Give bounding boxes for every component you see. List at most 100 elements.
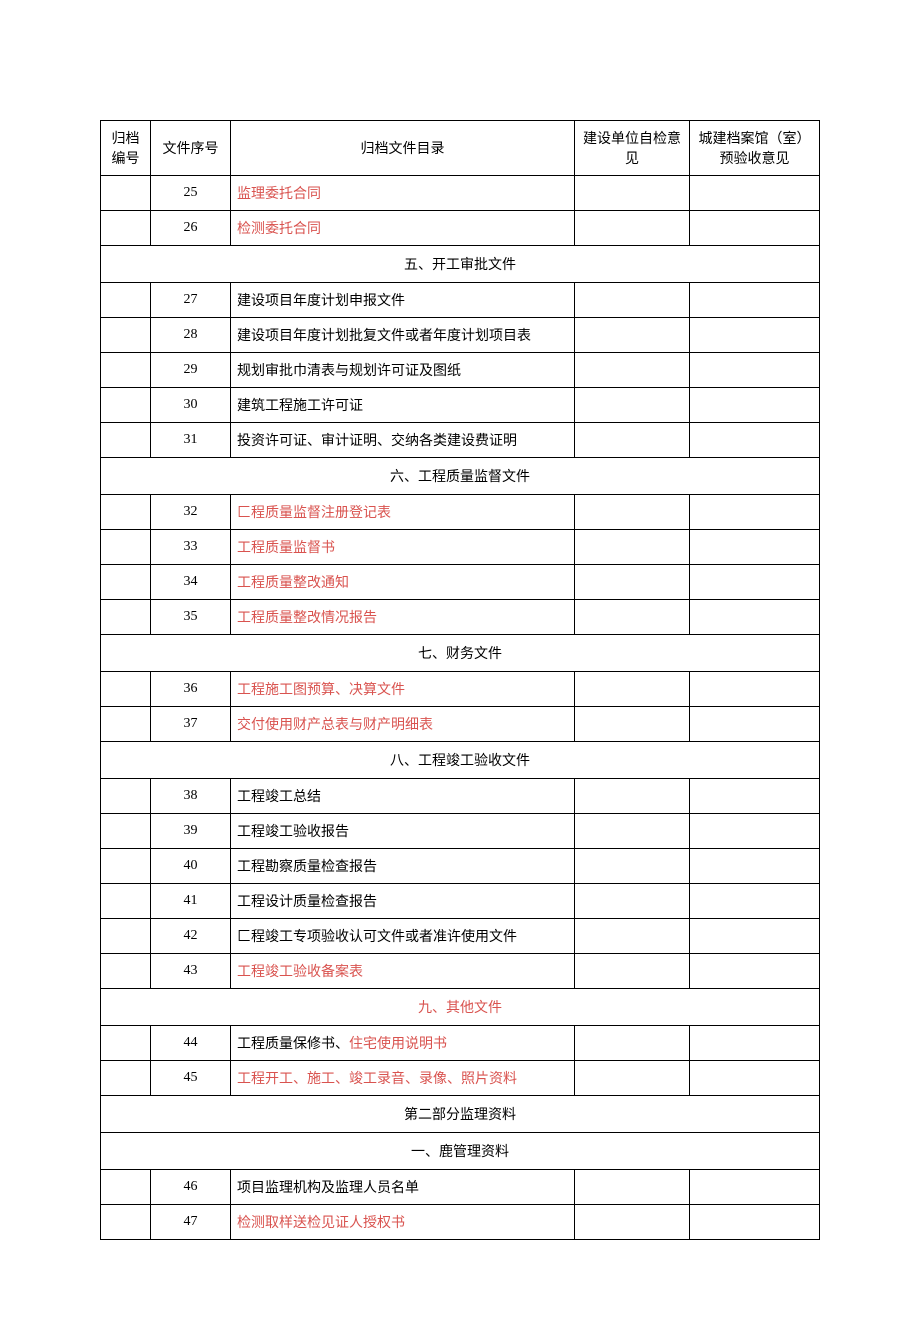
cell-seq: 47 xyxy=(151,1205,231,1240)
cell-archive-id xyxy=(101,849,151,884)
table-body: 25监理委托合同26检测委托合同五、开工审批文件27建设项目年度计划申报文件28… xyxy=(101,176,820,1240)
table-row: 41工程设计质量检查报告 xyxy=(101,884,820,919)
col-header-name: 归档文件目录 xyxy=(231,121,575,176)
cell-archive-id xyxy=(101,954,151,989)
cell-accept xyxy=(690,849,820,884)
cell-filename: 工程设计质量检查报告 xyxy=(231,884,575,919)
cell-seq: 32 xyxy=(151,495,231,530)
cell-accept xyxy=(690,176,820,211)
cell-archive-id xyxy=(101,530,151,565)
cell-seq: 31 xyxy=(151,423,231,458)
cell-accept xyxy=(690,530,820,565)
cell-seq: 41 xyxy=(151,884,231,919)
col-header-seq: 文件序号 xyxy=(151,121,231,176)
cell-filename: 建筑工程施工许可证 xyxy=(231,388,575,423)
cell-inspect xyxy=(575,814,690,849)
cell-inspect xyxy=(575,283,690,318)
cell-filename: 工程竣工验收报告 xyxy=(231,814,575,849)
cell-inspect xyxy=(575,353,690,388)
table-row: 43工程竣工验收备案表 xyxy=(101,954,820,989)
cell-accept xyxy=(690,1170,820,1205)
cell-accept xyxy=(690,423,820,458)
cell-archive-id xyxy=(101,176,151,211)
cell-filename: 工程质量保修书、住宅使用说明书 xyxy=(231,1026,575,1061)
cell-accept xyxy=(690,954,820,989)
section-row: 九、其他文件 xyxy=(101,989,820,1026)
table-row: 30建筑工程施工许可证 xyxy=(101,388,820,423)
cell-inspect xyxy=(575,672,690,707)
section-title: 九、其他文件 xyxy=(101,989,820,1026)
table-row: 29规划审批巾清表与规划许可证及图纸 xyxy=(101,353,820,388)
cell-inspect xyxy=(575,211,690,246)
cell-seq: 43 xyxy=(151,954,231,989)
section-row: 第二部分监理资料 xyxy=(101,1096,820,1133)
table-row: 35工程质量整改情况报告 xyxy=(101,600,820,635)
cell-filename: 投资许可证、审计证明、交纳各类建设费证明 xyxy=(231,423,575,458)
table-row: 36工程施工图预算、决算文件 xyxy=(101,672,820,707)
cell-accept xyxy=(690,1061,820,1096)
cell-archive-id xyxy=(101,388,151,423)
cell-inspect xyxy=(575,849,690,884)
section-row: 八、工程竣工验收文件 xyxy=(101,742,820,779)
cell-archive-id xyxy=(101,600,151,635)
cell-filename: 工程施工图预算、决算文件 xyxy=(231,672,575,707)
cell-accept xyxy=(690,1205,820,1240)
cell-accept xyxy=(690,211,820,246)
section-title: 六、工程质量监督文件 xyxy=(101,458,820,495)
cell-seq: 35 xyxy=(151,600,231,635)
table-row: 28建设项目年度计划批复文件或者年度计划项目表 xyxy=(101,318,820,353)
cell-filename: 建设项目年度计划申报文件 xyxy=(231,283,575,318)
cell-seq: 29 xyxy=(151,353,231,388)
section-title: 五、开工审批文件 xyxy=(101,246,820,283)
text-fragment: 工程质量保修书、 xyxy=(237,1037,349,1052)
cell-inspect xyxy=(575,919,690,954)
table-row: 45工程开工、施工、竣工录音、录像、照片资料 xyxy=(101,1061,820,1096)
cell-accept xyxy=(690,283,820,318)
cell-seq: 33 xyxy=(151,530,231,565)
cell-seq: 30 xyxy=(151,388,231,423)
cell-seq: 34 xyxy=(151,565,231,600)
cell-inspect xyxy=(575,495,690,530)
section-row: 七、财务文件 xyxy=(101,635,820,672)
cell-inspect xyxy=(575,1205,690,1240)
cell-accept xyxy=(690,353,820,388)
section-row: 一、鹿管理资料 xyxy=(101,1133,820,1170)
cell-accept xyxy=(690,600,820,635)
cell-filename: 监理委托合同 xyxy=(231,176,575,211)
cell-archive-id xyxy=(101,423,151,458)
cell-inspect xyxy=(575,1170,690,1205)
section-title: 七、财务文件 xyxy=(101,635,820,672)
cell-archive-id xyxy=(101,884,151,919)
table-row: 38工程竣工总结 xyxy=(101,779,820,814)
table-row: 46项目监理机构及监理人员名单 xyxy=(101,1170,820,1205)
table-row: 44工程质量保修书、住宅使用说明书 xyxy=(101,1026,820,1061)
cell-inspect xyxy=(575,318,690,353)
cell-archive-id xyxy=(101,211,151,246)
cell-archive-id xyxy=(101,672,151,707)
section-row: 五、开工审批文件 xyxy=(101,246,820,283)
cell-archive-id xyxy=(101,1170,151,1205)
cell-filename: 工程质量整改情况报告 xyxy=(231,600,575,635)
section-row: 六、工程质量监督文件 xyxy=(101,458,820,495)
cell-seq: 28 xyxy=(151,318,231,353)
table-row: 40工程勘察质量检查报告 xyxy=(101,849,820,884)
section-title: 第二部分监理资料 xyxy=(101,1096,820,1133)
col-header-inspect: 建设单位自检意见 xyxy=(575,121,690,176)
cell-inspect xyxy=(575,884,690,919)
cell-inspect xyxy=(575,565,690,600)
table-row: 39工程竣工验收报告 xyxy=(101,814,820,849)
cell-seq: 38 xyxy=(151,779,231,814)
cell-accept xyxy=(690,672,820,707)
cell-seq: 26 xyxy=(151,211,231,246)
table-row: 42匚程竣工专项验收认可文件或者准许使用文件 xyxy=(101,919,820,954)
archive-table: 归档编号 文件序号 归档文件目录 建设单位自检意见 城建档案馆（室）预验收意见 … xyxy=(100,120,820,1240)
cell-inspect xyxy=(575,707,690,742)
cell-archive-id xyxy=(101,495,151,530)
cell-filename: 交付使用财产总表与财产明细表 xyxy=(231,707,575,742)
cell-seq: 25 xyxy=(151,176,231,211)
cell-accept xyxy=(690,884,820,919)
cell-archive-id xyxy=(101,1205,151,1240)
cell-filename: 匚程竣工专项验收认可文件或者准许使用文件 xyxy=(231,919,575,954)
cell-accept xyxy=(690,565,820,600)
col-header-id: 归档编号 xyxy=(101,121,151,176)
